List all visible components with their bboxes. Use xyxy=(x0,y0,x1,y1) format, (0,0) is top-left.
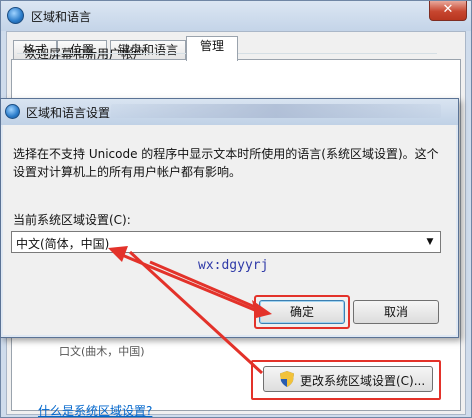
change-button-highlight xyxy=(251,360,441,400)
cancel-button[interactable]: 取消 xyxy=(353,300,439,324)
dropdown-arrow-icon[interactable]: ▼ xyxy=(423,235,437,249)
dialog-body: 选择在不支持 Unicode 的程序中显示文本时所使用的语言(系统区域设置)。这… xyxy=(3,125,456,335)
dialog-description: 选择在不支持 Unicode 的程序中显示文本时所使用的语言(系统区域设置)。这… xyxy=(13,147,439,179)
close-icon: ✕ xyxy=(442,2,454,17)
dialog-titlebar[interactable]: 区域和语言设置 xyxy=(1,99,458,125)
watermark-text: wx:dgyyrj xyxy=(198,258,269,273)
system-locale-help-link[interactable]: 什么是系统区域设置? xyxy=(38,402,152,418)
globe-icon xyxy=(7,7,24,24)
current-locale-label: 当前系统区域设置(C): xyxy=(13,213,131,227)
globe-icon xyxy=(5,104,20,119)
ok-button[interactable]: 确定 xyxy=(259,300,345,324)
dialog-title: 区域和语言设置 xyxy=(26,106,111,120)
window-titlebar[interactable]: 区域和语言 ✕ xyxy=(1,1,471,31)
blurred-background xyxy=(111,104,441,118)
tab-administrative[interactable]: 管理 xyxy=(186,36,238,61)
obscured-locale-text: 口文(曲木，中国) xyxy=(59,345,145,358)
close-button[interactable]: ✕ xyxy=(429,1,467,21)
selected-locale-value: 中文(简体，中国) xyxy=(16,237,110,251)
window-title: 区域和语言 xyxy=(31,10,92,24)
system-locale-select[interactable]: 中文(简体，中国) ▼ xyxy=(11,231,441,253)
region-language-settings-dialog: 区域和语言设置 选择在不支持 Unicode 的程序中显示文本时所使用的语言(系… xyxy=(0,98,459,338)
